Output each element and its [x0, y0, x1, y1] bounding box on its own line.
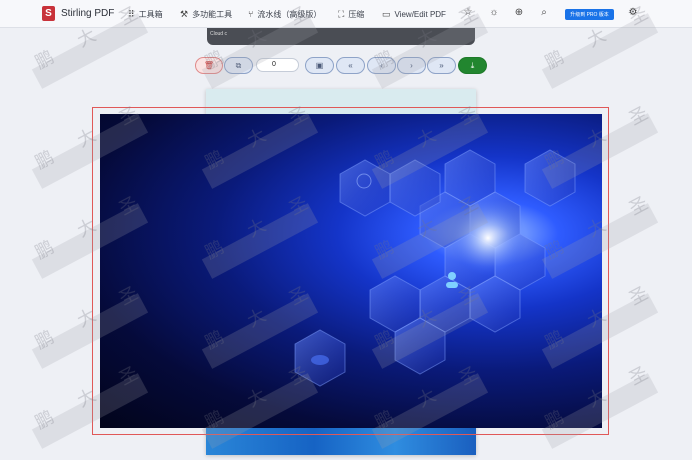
- watermark-char: 圣: [625, 282, 652, 310]
- watermark-char: 鹏: [31, 146, 58, 174]
- copy-icon: ⧉: [235, 60, 242, 70]
- copy-page-button[interactable]: ⧉: [224, 57, 253, 74]
- nav-multitool-label: 多功能工具: [192, 9, 233, 19]
- upgrade-pro-button[interactable]: 升级到 PRO 版本: [565, 9, 614, 20]
- nav-view-edit[interactable]: ▭ View/Edit PDF: [382, 0, 446, 28]
- watermark-char: 圣: [625, 192, 652, 220]
- previous-page-preview: Cloud c: [207, 28, 475, 45]
- nav-compress[interactable]: ⛶ 压缩: [338, 0, 364, 28]
- download-icon: ⤓: [470, 60, 475, 70]
- nav-pipeline[interactable]: ⑂ 流水线（高级版）: [248, 0, 321, 28]
- double-chevron-left-icon: «: [348, 61, 353, 70]
- book-icon: ▭: [382, 8, 391, 19]
- previous-page-caption: Cloud c: [210, 31, 227, 37]
- image-view-button[interactable]: ▣: [305, 57, 334, 74]
- nav-tools[interactable]: ⠿ 工具箱: [128, 0, 163, 28]
- download-button[interactable]: ⤓: [458, 57, 487, 74]
- delete-page-button[interactable]: 🗑: [195, 57, 223, 74]
- page-number-input[interactable]: 0: [256, 58, 299, 72]
- nav-compress-label: 压缩: [348, 9, 365, 19]
- chevron-right-icon: ›: [410, 61, 413, 70]
- gear-icon[interactable]: ⚙: [626, 7, 640, 18]
- double-chevron-right-icon: »: [439, 61, 444, 70]
- next-page-button[interactable]: ›: [397, 57, 426, 74]
- watermark-char: 鹏: [31, 406, 58, 434]
- page-toolbar: 🗑 ⧉ ⌀ 0 ▣ « ‹ › » ⤓: [0, 57, 692, 75]
- brand[interactable]: S Stirling PDF: [42, 6, 114, 21]
- brand-name: Stirling PDF: [61, 8, 115, 19]
- last-page-button[interactable]: »: [427, 57, 456, 74]
- watermark-char: 鹏: [31, 326, 58, 354]
- first-page-button[interactable]: «: [336, 57, 365, 74]
- pipeline-icon: ⑂: [248, 9, 254, 19]
- watermark-char: 圣: [625, 362, 652, 390]
- nav-multitool[interactable]: ⚒ 多功能工具: [180, 0, 232, 28]
- watermark-char: 鹏: [31, 236, 58, 264]
- tools-icon: ⚒: [180, 8, 189, 19]
- theme-sun-icon[interactable]: ☼: [487, 7, 501, 18]
- search-icon[interactable]: ⌕: [537, 7, 551, 18]
- compress-icon: ⛶: [338, 8, 345, 19]
- trash-icon: 🗑: [203, 61, 215, 70]
- nav-view-edit-label: View/Edit PDF: [394, 9, 446, 19]
- grid-icon: ⠿: [128, 8, 135, 19]
- stirling-logo-icon: S: [42, 6, 55, 21]
- previous-page-button[interactable]: ‹: [367, 57, 396, 74]
- watermark-char: 圣: [625, 102, 652, 130]
- image-icon: ▣: [315, 61, 324, 70]
- language-globe-icon[interactable]: ⊕: [512, 7, 526, 18]
- hexagon-tech-illustration: [294, 149, 576, 387]
- page-image[interactable]: [100, 114, 602, 428]
- chevron-left-icon: ‹: [380, 61, 383, 70]
- top-navbar: S Stirling PDF ⠿ 工具箱 ⚒ 多功能工具 ⑂ 流水线（高级版） …: [0, 0, 692, 28]
- nav-tools-label: 工具箱: [138, 9, 163, 19]
- nav-pipeline-label: 流水线（高级版）: [257, 9, 322, 19]
- star-icon[interactable]: ☆: [461, 7, 475, 18]
